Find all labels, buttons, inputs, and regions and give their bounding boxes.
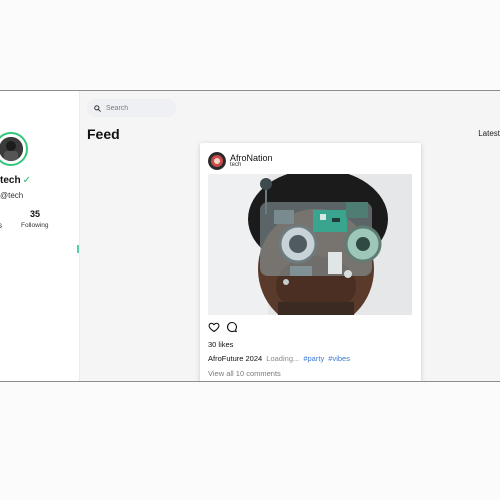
top-blank-area (0, 0, 500, 90)
post-card: AfroNation tech 30 likes AfroFuture 2024… (200, 143, 421, 381)
app-window: tech✓ @tech s 35 Following Feed Latest (0, 90, 500, 382)
avatar-image (0, 137, 23, 161)
search-icon (94, 104, 101, 112)
page-title: Feed (87, 126, 120, 142)
comment-icon[interactable] (226, 321, 238, 333)
heart-icon[interactable] (208, 321, 220, 333)
verified-icon: ✓ (22, 175, 31, 186)
sidebar-scroll-indicator[interactable] (77, 245, 79, 253)
profile-sidebar: tech✓ @tech s 35 Following (0, 91, 80, 381)
hashtag-link[interactable]: #party (303, 354, 324, 363)
like-count: 30 likes (208, 340, 234, 349)
hashtag-link[interactable]: #vibes (328, 354, 350, 363)
post-author-avatar[interactable] (208, 152, 226, 170)
bottom-blank-area (0, 382, 500, 500)
following-count: 35 (30, 209, 41, 219)
post-photo (208, 174, 412, 315)
afronation-logo-icon (208, 152, 226, 170)
following-label[interactable]: Following (21, 222, 48, 229)
post-caption: AfroFuture 2024 Loading... #party #vibes (208, 354, 350, 363)
profile-handle: @tech (0, 191, 24, 200)
post-image[interactable] (208, 174, 412, 315)
profile-name: tech ✓ (0, 175, 31, 186)
search-input[interactable] (106, 104, 166, 112)
main-content: Feed Latest AfroNation tech (80, 91, 500, 381)
post-category: tech (230, 162, 242, 168)
caption-title: AfroFuture 2024 (208, 354, 263, 363)
caption-text: Loading... (266, 354, 300, 363)
search-bar[interactable] (87, 99, 176, 117)
view-comments-link[interactable]: View all 10 comments (208, 369, 281, 378)
posts-stat-label: s (0, 221, 2, 230)
post-actions (208, 321, 238, 333)
profile-avatar[interactable] (0, 132, 28, 166)
profile-name-text: tech (0, 175, 21, 186)
sort-latest-tab[interactable]: Latest (478, 129, 500, 138)
